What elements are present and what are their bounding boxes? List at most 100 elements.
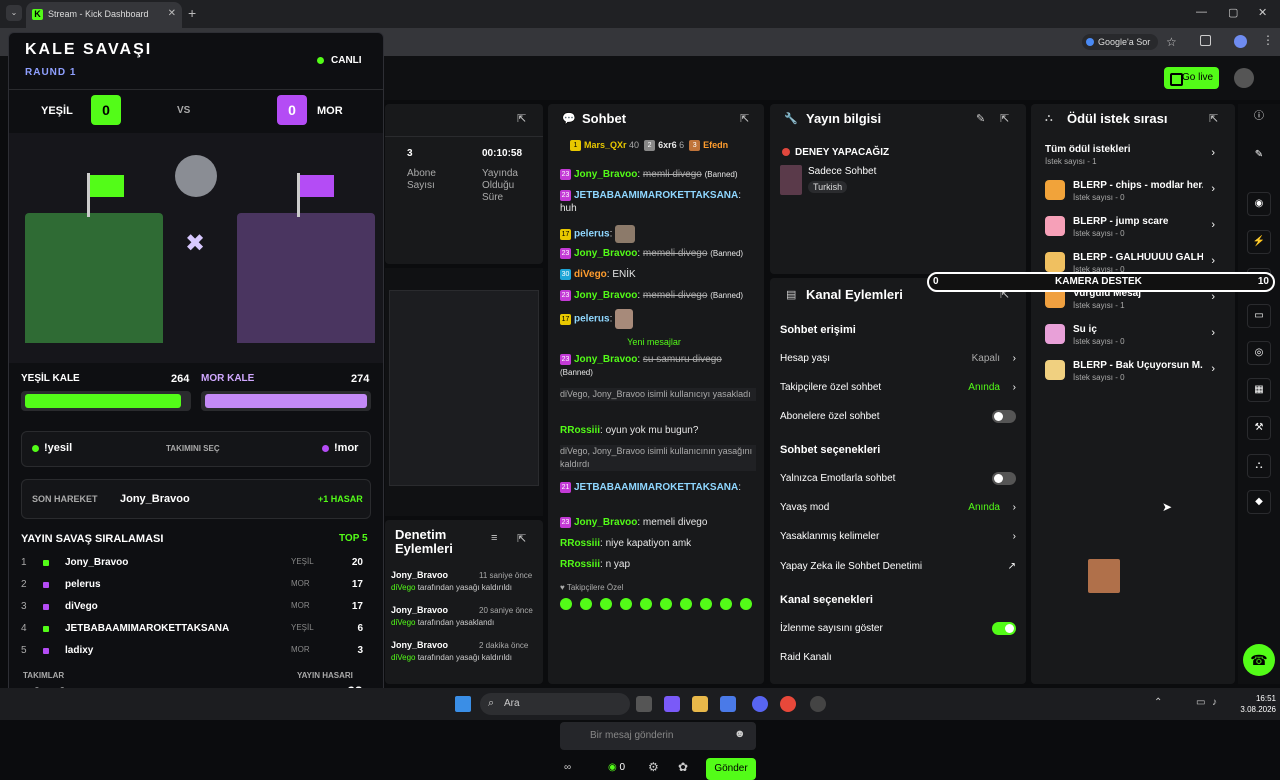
reward-item[interactable]: Su iç İstek sayısı - 0 › [1045, 324, 1225, 350]
subscriber-label: Abone Sayısı [407, 168, 436, 191]
chat-message: RRossiii: niye kapatiyon amk [560, 538, 692, 549]
layout-icon[interactable]: ▦ [1247, 378, 1271, 402]
profile-icon[interactable] [1234, 35, 1247, 48]
banned-words-row[interactable]: Yasaklanmış kelimeler › [780, 531, 1016, 542]
chat-message: 17 pelerus: [560, 225, 756, 243]
store-icon[interactable] [720, 696, 736, 712]
windows-start-icon[interactable] [455, 696, 471, 712]
chat-system-message: diVego, Jony_Bravoo isimli kullanıcının … [560, 445, 756, 471]
ai-moderation-row[interactable]: Yapay Zeka ile Sohbet Denetimi ↗ [780, 561, 1016, 572]
green-flag-icon [90, 175, 124, 197]
diamond-icon[interactable]: ◆ [1247, 490, 1271, 514]
popout-icon[interactable]: ⇱ [517, 112, 526, 125]
tab-menu-button[interactable]: ⌄ [6, 5, 22, 21]
discord-icon[interactable] [752, 696, 768, 712]
chat-message: 23 Jony_Bravoo: memli divego (Banned) [560, 168, 738, 180]
task-view-icon[interactable] [636, 696, 652, 712]
wrench-icon[interactable]: ⚒ [1247, 416, 1271, 440]
show-viewers-toggle[interactable] [992, 622, 1016, 635]
obs-icon[interactable] [810, 696, 826, 712]
google-ask-button[interactable]: Google'a Sor [1082, 34, 1158, 50]
tab-close-icon[interactable]: ✕ [168, 8, 176, 19]
chat-icon: 💬 [562, 113, 576, 125]
minimize-button[interactable]: — [1196, 6, 1207, 18]
emoji-icon[interactable]: ☻ [734, 728, 746, 740]
chrome-icon[interactable] [780, 696, 796, 712]
ranking-row: 5 ladixy MOR 3 [21, 645, 363, 656]
popout-icon[interactable]: ⇱ [1000, 112, 1009, 125]
close-window-button[interactable]: ✕ [1258, 6, 1267, 19]
purple-team-name: MOR [317, 105, 343, 117]
taskbar-search[interactable]: Ara [480, 693, 630, 715]
copilot-icon[interactable] [664, 696, 680, 712]
filter-icon[interactable]: ≡ [491, 532, 497, 544]
chat-input[interactable]: Bir mesaj gönderin [560, 722, 756, 750]
popout-icon[interactable]: ⇱ [740, 112, 749, 125]
broadcast-icon[interactable]: ◎ [1247, 341, 1271, 365]
reward-item[interactable]: BLERP - Bak Uçuyorsun M... İstek sayısı … [1045, 360, 1225, 386]
infinity-icon[interactable]: ∞ [564, 762, 571, 773]
impact-spark-icon: ✖ [185, 230, 206, 257]
file-explorer-icon[interactable] [692, 696, 708, 712]
support-icon[interactable]: ☎ [1243, 644, 1275, 676]
go-live-button[interactable]: Go live [1164, 67, 1219, 89]
new-messages-divider[interactable]: Yeni mesajlar [554, 337, 754, 347]
clock[interactable]: 16:51 3.08.2026 [1236, 693, 1276, 715]
volume-icon[interactable]: ♪ [1212, 697, 1217, 708]
popout-icon[interactable]: ⇱ [517, 532, 526, 545]
subs-chat-toggle[interactable] [992, 410, 1016, 423]
info-icon[interactable]: ⓘ [1247, 106, 1271, 130]
last-move-label: SON HAREKET [32, 494, 98, 504]
subscriber-count: 3 [407, 148, 413, 159]
chat-message: 23 Jony_Bravoo: su samuru divego (Banned) [560, 353, 722, 377]
chat-message: 30 diVego: ENİK [560, 268, 636, 280]
pencil-icon[interactable]: ✎ [1247, 144, 1271, 168]
choose-team-label: TAKIMINI SEÇ [166, 444, 220, 453]
top-gifters: 1 Mars_QXr 40 2 6xr6 6 3 Efedn [570, 140, 728, 152]
chat-message: 23 Jony_Bravoo: memeli divego (Banned) [560, 247, 744, 259]
kick-logo-icon: K [32, 9, 43, 20]
chat-bubble-icon[interactable]: ▭ [1247, 304, 1271, 328]
purple-castle-label: MOR KALE [201, 373, 255, 384]
last-move-value: +1 HASAR [318, 494, 363, 504]
browser-tab[interactable]: K Stream - Kick Dashboard ✕ [26, 2, 182, 28]
emote-bar[interactable] [560, 598, 756, 612]
new-tab-button[interactable]: + [188, 5, 196, 21]
rewards-icon[interactable]: ⛬ [1247, 454, 1271, 478]
all-rewards-item[interactable]: Tüm ödül istekleri İstek sayısı - 1 › [1045, 144, 1225, 170]
kick-count[interactable]: ◉ 0 [608, 762, 625, 773]
edit-icon[interactable]: ✎ [976, 112, 985, 125]
slow-mode-row[interactable]: Yavaş mod Anında › [780, 502, 1016, 513]
purple-castle-icon [237, 213, 375, 343]
reward-item-icon [1045, 324, 1065, 344]
account-age-row[interactable]: Hesap yaşı Kapalı › [780, 353, 1016, 364]
maximize-button[interactable]: ▢ [1228, 6, 1238, 19]
chevron-right-icon: › [1211, 291, 1215, 303]
reward-item[interactable]: BLERP - chips - modlar her... İstek sayı… [1045, 180, 1225, 206]
raid-row[interactable]: Raid Kanalı [780, 652, 1016, 663]
reward-item-icon [1045, 216, 1065, 236]
bookmark-star-icon[interactable]: ☆ [1166, 35, 1177, 49]
avatar[interactable] [1234, 68, 1254, 88]
chat-message: 17 pelerus: [560, 309, 756, 329]
category-thumbnail [780, 165, 802, 195]
camera-icon[interactable]: ◉ [1247, 192, 1271, 216]
followers-chat-row[interactable]: Takipçilere özel sohbet Anında › [780, 382, 1016, 393]
badge-icon[interactable]: ✿ [678, 760, 688, 774]
settings-icon[interactable]: ⚙ [648, 760, 659, 774]
emote-only-toggle[interactable] [992, 472, 1016, 485]
live-dot [317, 57, 324, 64]
camera-support-bar: 0 KAMERA DESTEK 10 [927, 272, 1275, 292]
ranking-row: 1 Jony_Bravoo YEŞİL 20 [21, 557, 363, 568]
tray-arrow-icon[interactable]: ⌃ [1154, 697, 1162, 708]
reward-item[interactable]: BLERP - jump scare İstek sayısı - 0 › [1045, 216, 1225, 242]
last-move-user: Jony_Bravoo [120, 493, 190, 505]
network-icon[interactable]: ▭ [1196, 697, 1205, 708]
browser-menu-icon[interactable]: ⋮ [1262, 33, 1274, 47]
divider [9, 89, 383, 90]
extensions-icon[interactable] [1200, 35, 1211, 46]
send-button[interactable]: Gönder [706, 758, 756, 780]
popout-icon[interactable]: ⇱ [1209, 112, 1218, 125]
lightning-icon[interactable]: ⚡ [1247, 230, 1271, 254]
actions-icon: ▤ [786, 289, 797, 301]
